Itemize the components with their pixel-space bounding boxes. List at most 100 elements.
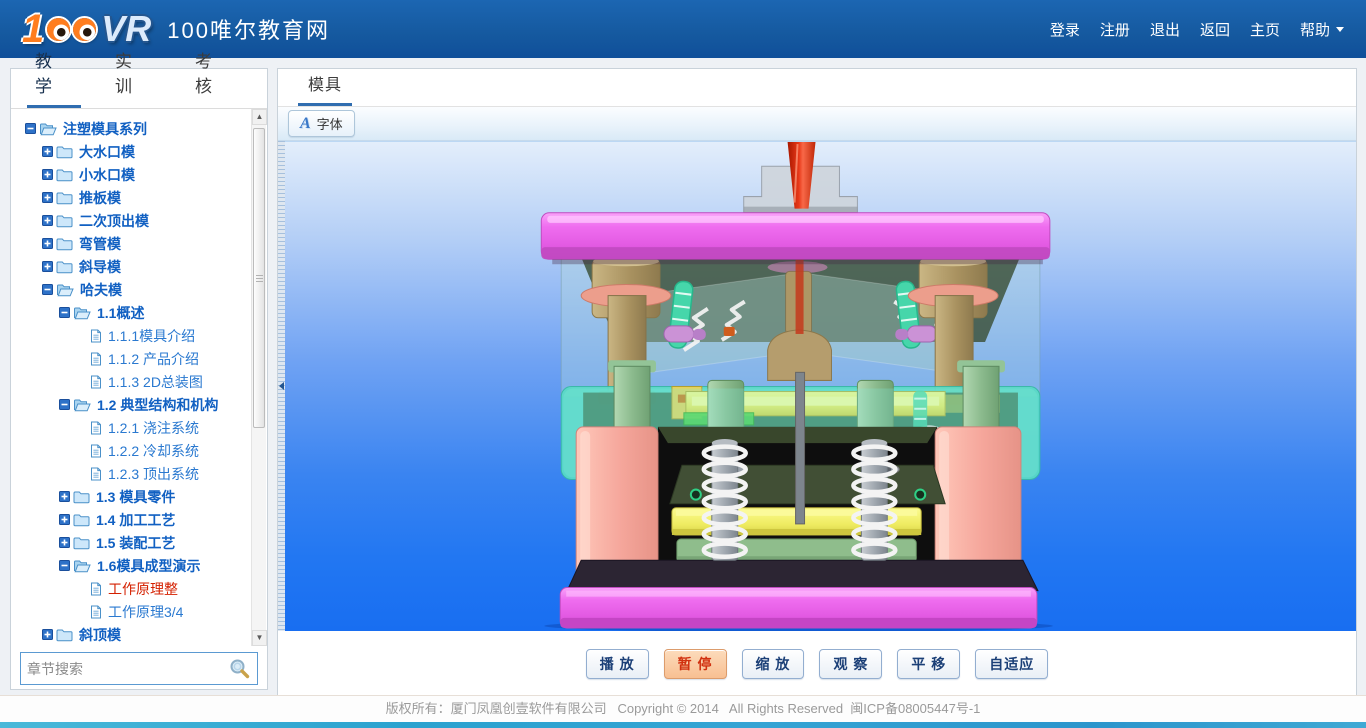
scroll-down-arrow-icon[interactable]: ▼ (252, 630, 267, 646)
tree-item[interactable]: 1.6模具成型演示 (11, 554, 250, 577)
font-button-label: 字体 (317, 114, 343, 133)
tree-item[interactable]: 推板模 (11, 186, 250, 209)
tree-item[interactable]: 1.2 典型结构和机构 (11, 393, 250, 416)
tree-item-label: 1.1.2 产品介绍 (108, 349, 199, 369)
sidebar-collapse-handle[interactable] (278, 141, 285, 631)
scroll-up-arrow-icon[interactable]: ▲ (252, 109, 267, 125)
expander-plus-icon[interactable] (42, 146, 53, 157)
expander-plus-icon[interactable] (42, 169, 53, 180)
folder-open-icon (56, 283, 74, 297)
folder-closed-icon (56, 260, 73, 274)
tree-item-label: 斜顶模 (79, 625, 121, 645)
sidebar-tab-3[interactable]: 考 核 (187, 47, 241, 108)
tree-item-label: 1.4 加工工艺 (96, 510, 175, 530)
expander-minus-icon[interactable] (59, 307, 70, 318)
tab-mold[interactable]: 模具 (298, 71, 352, 106)
tree-item-label: 1.2.3 顶出系统 (108, 464, 199, 484)
tree-item[interactable]: 1.5 装配工艺 (11, 531, 250, 554)
3d-viewer-canvas[interactable] (285, 141, 1356, 631)
tree-item-label: 注塑模具系列 (63, 119, 147, 139)
expander-minus-icon[interactable] (42, 284, 53, 295)
nav-link-label: 登录 (1050, 19, 1080, 40)
chapter-search-input[interactable] (27, 661, 227, 677)
tree-item[interactable]: 1.1.1模具介绍 (11, 324, 250, 347)
tree-item[interactable]: 注塑模具系列 (11, 117, 250, 140)
nav-link-label: 返回 (1200, 19, 1230, 40)
control-button-6[interactable]: 自适应 (975, 649, 1048, 679)
tree-item[interactable]: 1.2.1 浇注系统 (11, 416, 250, 439)
tree-item[interactable]: 斜顶模 (11, 623, 250, 646)
site-title: 100唯尔教育网 (167, 13, 330, 45)
doc-icon (90, 605, 102, 619)
tree-item-label: 1.2.2 冷却系统 (108, 441, 199, 461)
tree-item[interactable]: 工作原理整 (11, 577, 250, 600)
expander-plus-icon[interactable] (59, 491, 70, 502)
doc-icon (90, 375, 102, 389)
tree-item[interactable]: 斜导模 (11, 255, 250, 278)
control-button-3[interactable]: 缩 放 (742, 649, 805, 679)
tree-item[interactable]: 1.3 模具零件 (11, 485, 250, 508)
control-button-2[interactable]: 暂 停 (664, 649, 727, 679)
tree-item[interactable]: 1.2.3 顶出系统 (11, 462, 250, 485)
viewer-controls: 播 放暂 停缩 放观 察平 移自适应 (278, 631, 1356, 696)
tree-item[interactable]: 1.4 加工工艺 (11, 508, 250, 531)
nav-link-1[interactable]: 登录 (1050, 19, 1080, 40)
tree-item[interactable]: 小水口模 (11, 163, 250, 186)
tree-item[interactable]: 大水口模 (11, 140, 250, 163)
control-button-4[interactable]: 观 察 (819, 649, 882, 679)
nav-link-3[interactable]: 退出 (1150, 19, 1180, 40)
viewer-toolbar: A 字体 (278, 107, 1356, 141)
folder-closed-icon (56, 145, 73, 159)
sidebar-tab-1[interactable]: 教 学 (27, 47, 81, 108)
nav-link-label: 退出 (1150, 19, 1180, 40)
expander-plus-icon[interactable] (42, 629, 53, 640)
scrollbar-thumb[interactable] (253, 128, 265, 428)
tree-item[interactable]: 1.2.2 冷却系统 (11, 439, 250, 462)
tree-item[interactable]: 1.1.2 产品介绍 (11, 347, 250, 370)
tree-item-label: 弯管模 (79, 234, 121, 254)
tree-item[interactable]: 1.1概述 (11, 301, 250, 324)
nav-link-5[interactable]: 主页 (1250, 19, 1280, 40)
tree-item-label: 1.2 典型结构和机构 (97, 395, 218, 415)
tree-item[interactable]: 弯管模 (11, 232, 250, 255)
course-tree-viewport: 注塑模具系列大水口模小水口模推板模二次顶出模弯管模斜导模哈夫模1.1概述1.1.… (11, 109, 267, 646)
tree-item-label: 斜导模 (79, 257, 121, 277)
expander-plus-icon[interactable] (42, 261, 53, 272)
expander-plus-icon[interactable] (42, 215, 53, 226)
expander-minus-icon[interactable] (59, 399, 70, 410)
expander-plus-icon[interactable] (59, 537, 70, 548)
tree-item[interactable]: 工作原理3/4 (11, 600, 250, 623)
tree-item-label: 工作原理整 (108, 579, 178, 599)
control-button-1[interactable]: 播 放 (586, 649, 649, 679)
expander-plus-icon[interactable] (59, 514, 70, 525)
search-magnifier-icon[interactable] (227, 657, 251, 681)
nav-link-2[interactable]: 注册 (1100, 19, 1130, 40)
tree-item[interactable]: 二次顶出模 (11, 209, 250, 232)
tree-item[interactable]: 哈夫模 (11, 278, 250, 301)
expander-minus-icon[interactable] (25, 123, 36, 134)
logo-vr-text: VR (101, 8, 151, 50)
folder-open-icon (39, 122, 57, 136)
tree-item-label: 1.1.1模具介绍 (108, 326, 195, 346)
scrollbar-grip-icon (256, 275, 263, 283)
expander-plus-icon[interactable] (42, 192, 53, 203)
nav-link-label: 主页 (1250, 19, 1280, 40)
doc-icon (90, 444, 102, 458)
header-nav: 登录注册退出返回主页帮助 (1030, 19, 1344, 40)
expander-plus-icon[interactable] (42, 238, 53, 249)
doc-icon (90, 329, 102, 343)
nav-link-4[interactable]: 返回 (1200, 19, 1230, 40)
tree-item-label: 小水口模 (79, 165, 135, 185)
expander-minus-icon[interactable] (59, 560, 70, 571)
folder-open-icon (73, 306, 91, 320)
copyright-text: 版权所有：厦门凤凰创壹软件有限公司 Copyright © 2014 All R… (0, 696, 1366, 722)
font-button[interactable]: A 字体 (288, 110, 355, 137)
folder-open-icon (73, 559, 91, 573)
tree-item-label: 工作原理3/4 (108, 602, 183, 622)
nav-link-6[interactable]: 帮助 (1300, 19, 1344, 40)
tree-scrollbar[interactable]: ▲ ▼ (251, 109, 266, 646)
control-button-5[interactable]: 平 移 (897, 649, 960, 679)
chapter-search-box (20, 652, 258, 685)
sidebar-tab-2[interactable]: 实 训 (107, 47, 161, 108)
tree-item[interactable]: 1.1.3 2D总装图 (11, 370, 250, 393)
